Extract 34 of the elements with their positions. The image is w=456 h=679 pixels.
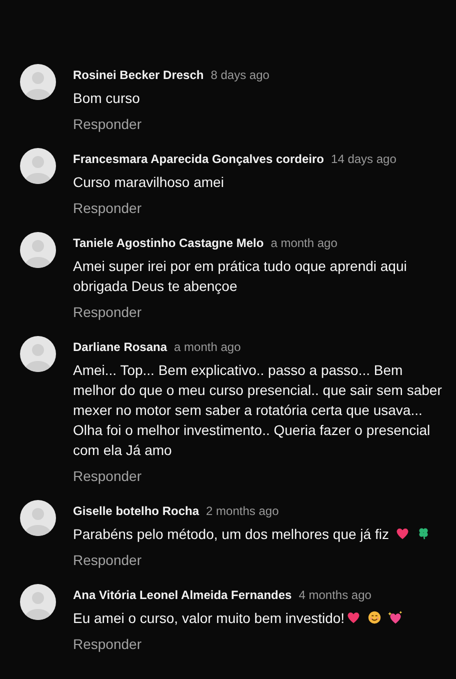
comment-text: Bom curso bbox=[73, 90, 140, 106]
avatar-icon bbox=[20, 148, 56, 184]
reply-link[interactable]: Responder bbox=[73, 550, 142, 570]
author-name: Rosinei Becker Dresch bbox=[73, 67, 204, 84]
author-name: Ana Vitória Leonel Almeida Fernandes bbox=[73, 587, 292, 604]
comment-text: Amei super irei por em prática tudo oque aprendi aqui obrigada Deus te abençoe bbox=[73, 258, 407, 294]
comment-text: Eu amei o curso, valor muito bem investido! bbox=[73, 610, 345, 626]
heart-icon bbox=[346, 610, 361, 625]
reply-link[interactable]: Responder bbox=[73, 302, 142, 322]
sparkling-heart-icon bbox=[388, 610, 403, 625]
comment-time: 4 months ago bbox=[298, 587, 372, 604]
author-name: Francesmara Aparecida Gonçalves cordeiro bbox=[73, 151, 324, 168]
comment-time: 8 days ago bbox=[210, 67, 270, 84]
reply-link[interactable]: Responder bbox=[73, 114, 142, 134]
heart-icon bbox=[394, 526, 410, 541]
reply-link[interactable]: Responder bbox=[73, 466, 142, 486]
smiling-face-icon bbox=[366, 610, 382, 625]
comment-text: Curso maravilhoso amei bbox=[73, 174, 224, 190]
comment-time: a month ago bbox=[270, 235, 338, 252]
reply-link[interactable]: Responder bbox=[73, 198, 142, 218]
avatar-icon bbox=[20, 500, 56, 536]
author-name: Taniele Agostinho Castagne Melo bbox=[73, 235, 264, 252]
avatar-icon bbox=[20, 232, 56, 268]
avatar-icon bbox=[20, 584, 56, 620]
comment-time: 2 months ago bbox=[206, 503, 279, 520]
author-name: Giselle botelho Rocha bbox=[73, 503, 200, 520]
reply-link[interactable]: Responder bbox=[73, 634, 142, 654]
author-name: Darliane Rosana bbox=[73, 339, 168, 356]
comment-time: a month ago bbox=[174, 339, 241, 356]
comment-text: Amei... Top... Bem explicativo.. passo a passo... Bem melhor do que o meu curso presencial.. que sair sem saber mexer no motor sem saber a rotatória certa que usava... Olha foi o melhor investimento.. Queria fazer o presencial com ela Já amo bbox=[73, 362, 442, 458]
avatar-icon bbox=[20, 336, 56, 372]
comment-time: 14 days ago bbox=[331, 151, 396, 168]
comment-text: Parabéns pelo método, um dos melhores que já fiz bbox=[73, 526, 389, 542]
avatar-icon bbox=[20, 64, 56, 100]
